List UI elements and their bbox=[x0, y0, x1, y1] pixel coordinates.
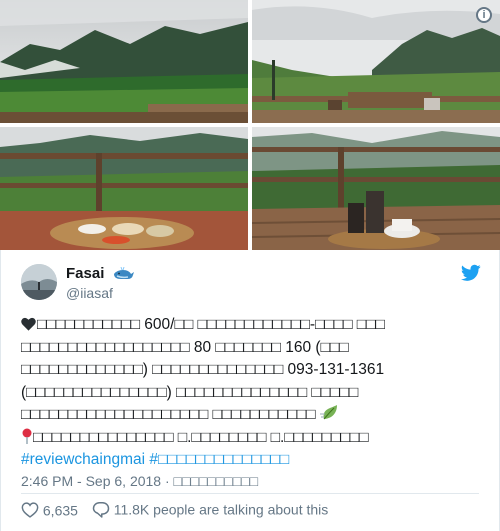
conversation-count: 11.8K people are talking about this bbox=[113, 501, 329, 518]
tweet-line-1: □□□□□□□□□□□ 600/□□ □□□□□□□□□□□□-□□□□ □□□ bbox=[21, 314, 483, 337]
leaf-wind-emoji-icon bbox=[319, 405, 337, 420]
tweet-actions: 6,635 11.8K people are talking about thi… bbox=[21, 500, 328, 520]
divider bbox=[21, 493, 479, 494]
twitter-bird-icon[interactable] bbox=[461, 264, 481, 282]
like-count: 6,635 bbox=[42, 501, 78, 518]
heart-outline-icon bbox=[21, 502, 39, 518]
like-button[interactable]: 6,635 bbox=[21, 501, 78, 518]
avatar[interactable] bbox=[21, 264, 57, 300]
photo-food-tray[interactable] bbox=[0, 127, 248, 250]
tweet-line-3: □□□□□□□□□□□□□) □□□□□□□□□□□□□□ 093-131-13… bbox=[21, 361, 385, 378]
tweet-line-2: □□□□□□□□□□□□□□□□□□ 80 □□□□□□□ 160 (□□□ bbox=[21, 338, 349, 356]
tweet-line-4: (□□□□□□□□□□□□□□□) □□□□□□□□□□□□□□ □□□□□ bbox=[21, 383, 359, 401]
photo-terrace-chairs[interactable] bbox=[252, 0, 500, 123]
hashtag-link[interactable]: #□□□□□□□□□□□□□□ bbox=[149, 451, 289, 468]
author-handle[interactable]: @iiasaf bbox=[66, 285, 135, 301]
tweet-timestamp[interactable]: 2:46 PM - Sep 6, 2018 · □□□□□□□□□□ bbox=[21, 473, 258, 489]
whale-emoji-icon bbox=[113, 266, 134, 279]
photo-mountains-fog[interactable] bbox=[0, 0, 248, 123]
tweet-text: □□□□□□□□□□□ 600/□□ □□□□□□□□□□□□-□□□□ □□□… bbox=[21, 314, 483, 472]
tweet-line-7: #reviewchaingmai #□□□□□□□□□□□□□□ bbox=[21, 449, 483, 472]
speech-bubble-icon bbox=[92, 502, 110, 518]
tweet-line-6: □□□□□□□□□□□□□□□ □.□□□□□□□□ □.□□□□□□□□□ bbox=[21, 427, 483, 450]
hashtag-link[interactable]: #reviewchaingmai bbox=[21, 451, 145, 468]
author-names[interactable]: Fasai @iiasaf bbox=[66, 265, 135, 301]
photo-coffee-set[interactable] bbox=[252, 127, 500, 250]
tweet-media-grid[interactable]: i bbox=[0, 0, 500, 250]
round-pushpin-emoji-icon bbox=[22, 428, 32, 444]
conversation-link[interactable]: 11.8K people are talking about this bbox=[92, 500, 328, 518]
black-heart-emoji-icon bbox=[21, 317, 36, 331]
info-icon[interactable]: i bbox=[476, 7, 492, 23]
tweet-header: Fasai @iiasaf bbox=[21, 264, 481, 304]
author-display-name[interactable]: Fasai bbox=[66, 265, 104, 282]
tweet-line-5: □□□□□□□□□□□□□□□□□□□□ □□□□□□□□□□□ bbox=[21, 404, 483, 427]
